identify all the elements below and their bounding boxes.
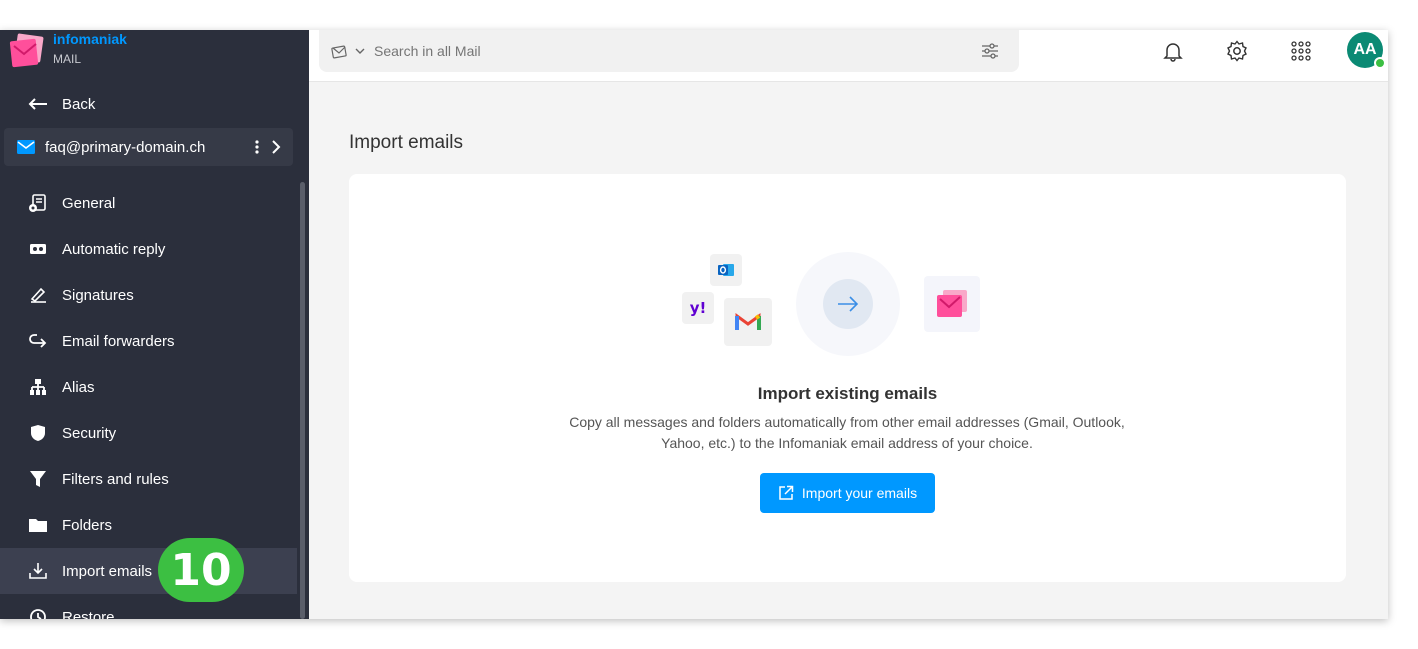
chevron-right-icon[interactable]	[271, 139, 281, 155]
sidebar-item-label: Signatures	[62, 286, 134, 304]
infomaniak-logo-icon	[8, 32, 44, 68]
search-filters-icon[interactable]	[981, 42, 999, 60]
page-title: Import emails	[349, 132, 464, 153]
chevron-down-icon[interactable]	[355, 46, 365, 56]
sidebar-item-import-emails[interactable]: Import emails	[0, 548, 297, 594]
sidebar-item-label: Restore	[62, 608, 115, 620]
online-status-icon	[1374, 57, 1386, 69]
account-email: faq@primary-domain.ch	[45, 138, 206, 156]
sidebar-scrollbar[interactable]	[300, 182, 305, 619]
sidebar-item-restore[interactable]: Restore	[0, 594, 297, 619]
sidebar-item-filters-and-rules[interactable]: Filters and rules	[0, 456, 297, 502]
arrow-left-icon	[28, 94, 48, 114]
sidebar-item-email-forwarders[interactable]: Email forwarders	[0, 318, 297, 364]
folder-icon	[28, 515, 48, 535]
search-input[interactable]	[374, 43, 934, 59]
forward-icon	[28, 331, 48, 351]
sidebar-item-label: Alias	[62, 378, 95, 396]
filter-icon	[28, 469, 48, 489]
back-button[interactable]: Back	[28, 94, 95, 114]
sidebar-item-folders[interactable]: Folders	[0, 502, 297, 548]
outlook-logo-icon	[710, 254, 742, 286]
signature-icon	[28, 285, 48, 305]
sidebar-item-alias[interactable]: Alias	[0, 364, 297, 410]
search-bar[interactable]	[319, 30, 1019, 72]
infomaniak-mail-logo-icon	[924, 276, 980, 332]
sidebar-item-label: Filters and rules	[62, 470, 169, 488]
sidebar: infomaniak MAIL Back faq@primary-domain.…	[0, 30, 309, 619]
mail-icon	[17, 140, 35, 154]
sidebar-item-security[interactable]: Security	[0, 410, 297, 456]
import-card: y! Import existing emails Copy all messa…	[349, 174, 1346, 582]
mailbox-icon[interactable]	[331, 43, 347, 59]
settings-nav: General Automatic reply Signatures Email…	[0, 180, 297, 619]
brand-product: MAIL	[53, 52, 82, 66]
import-your-emails-button[interactable]: Import your emails	[760, 473, 935, 513]
back-label: Back	[62, 95, 96, 113]
gear-icon[interactable]	[1226, 40, 1248, 62]
sidebar-item-label: Import emails	[62, 562, 153, 580]
sidebar-item-label: Email forwarders	[62, 332, 175, 350]
gmail-logo-icon	[724, 298, 772, 346]
arrow-right-icon	[823, 279, 873, 329]
sidebar-item-label: General	[62, 194, 116, 212]
sidebar-item-label: Security	[62, 424, 117, 442]
more-vertical-icon[interactable]	[255, 140, 259, 154]
card-description: Copy all messages and folders automatica…	[569, 414, 1125, 451]
import-icon	[28, 561, 48, 581]
step-badge: 10	[158, 538, 244, 602]
topbar: AA	[309, 30, 1388, 82]
sidebar-item-label: Automatic reply	[62, 240, 166, 258]
shield-icon	[28, 423, 48, 443]
account-selector[interactable]: faq@primary-domain.ch	[4, 128, 293, 166]
sidebar-item-label: Folders	[62, 516, 113, 534]
external-link-icon	[779, 485, 794, 500]
brand-name: infomaniak	[53, 31, 127, 47]
restore-icon	[28, 607, 48, 619]
alias-icon	[28, 377, 48, 397]
sidebar-item-signatures[interactable]: Signatures	[0, 272, 297, 318]
brand[interactable]: infomaniak MAIL	[8, 32, 127, 72]
bell-icon[interactable]	[1162, 40, 1184, 62]
auto-reply-icon	[28, 239, 48, 259]
settings-doc-icon	[28, 193, 48, 213]
sidebar-item-automatic-reply[interactable]: Automatic reply	[0, 226, 297, 272]
card-heading: Import existing emails	[757, 384, 938, 403]
apps-grid-icon[interactable]	[1290, 40, 1312, 62]
sidebar-item-general[interactable]: General	[0, 180, 297, 226]
yahoo-logo-icon: y!	[682, 292, 714, 324]
import-button-label: Import your emails	[801, 485, 918, 501]
